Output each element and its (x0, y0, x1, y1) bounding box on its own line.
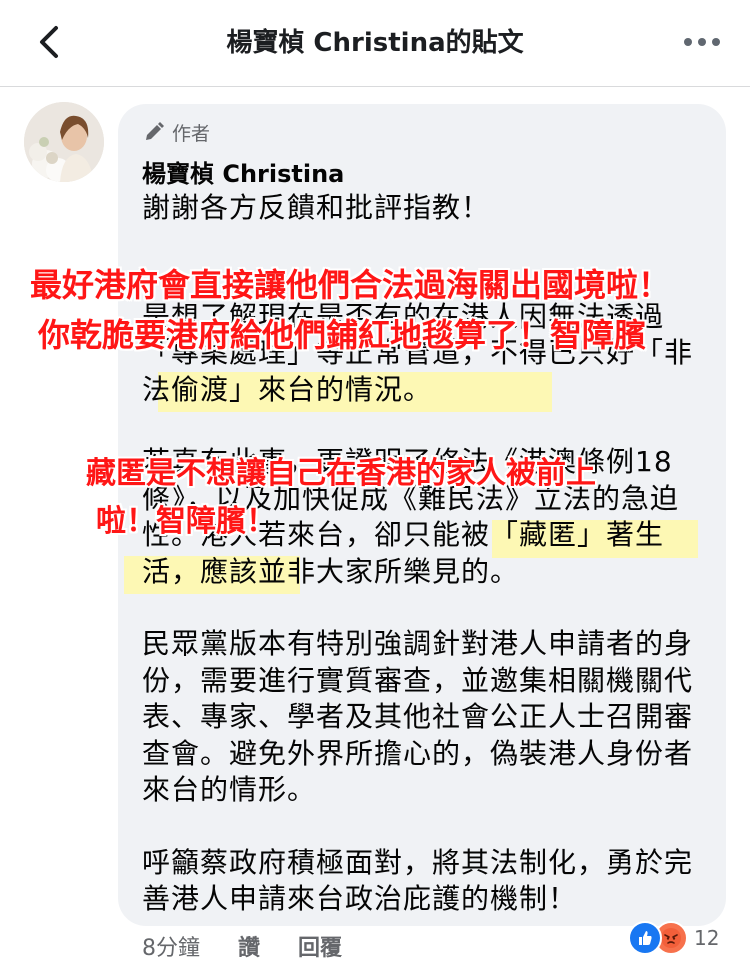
avatar-photo-icon (24, 102, 104, 182)
overlay-annotation: 你乾脆要港府給他們鋪紅地毯算了！智障臏 (38, 316, 647, 354)
overlay-annotation: 最好港府會直接讓他們合法過海關出國境啦！ (30, 266, 671, 304)
page-title: 楊寶楨 Christina的貼文 (226, 28, 524, 58)
more-dots-icon (684, 38, 720, 46)
avatar[interactable] (24, 102, 104, 182)
timestamp: 8分鐘 (142, 936, 200, 961)
overlay-annotation: 啦！智障臏！ (96, 504, 276, 539)
like-reaction-icon (628, 921, 662, 955)
author-badge: 作者 (142, 118, 210, 146)
comment-actions: 8分鐘 讚 回覆 (142, 928, 342, 964)
author-name[interactable]: 楊寶楨 Christina (142, 154, 344, 189)
chevron-left-icon (40, 26, 58, 58)
body-paragraph: 謝謝各方反饋和批評指教！ (142, 191, 491, 224)
reaction-count: 12 (694, 926, 720, 950)
reaction-summary[interactable]: 12 (628, 918, 719, 958)
reply-button[interactable]: 回覆 (298, 930, 342, 962)
top-bar: 楊寶楨 Christina的貼文 (0, 0, 750, 87)
body-paragraph: 呼籲蔡政府積極面對，將其法制化，勇於完善港人申請來台政治庇護的機制！ (142, 845, 694, 916)
like-button[interactable]: 讚 (238, 930, 260, 962)
back-button[interactable] (28, 20, 72, 64)
body-paragraph: 民眾黨版本有特別強調針對港人申請者的身份，需要進行實質審查，並邀集相關機關代表、… (142, 627, 694, 806)
author-badge-label: 作者 (172, 122, 211, 145)
more-options-button[interactable] (678, 22, 726, 62)
pencil-icon (146, 122, 164, 140)
overlay-annotation: 藏匿是不想讓自己在香港的家人被前上 (86, 456, 596, 491)
